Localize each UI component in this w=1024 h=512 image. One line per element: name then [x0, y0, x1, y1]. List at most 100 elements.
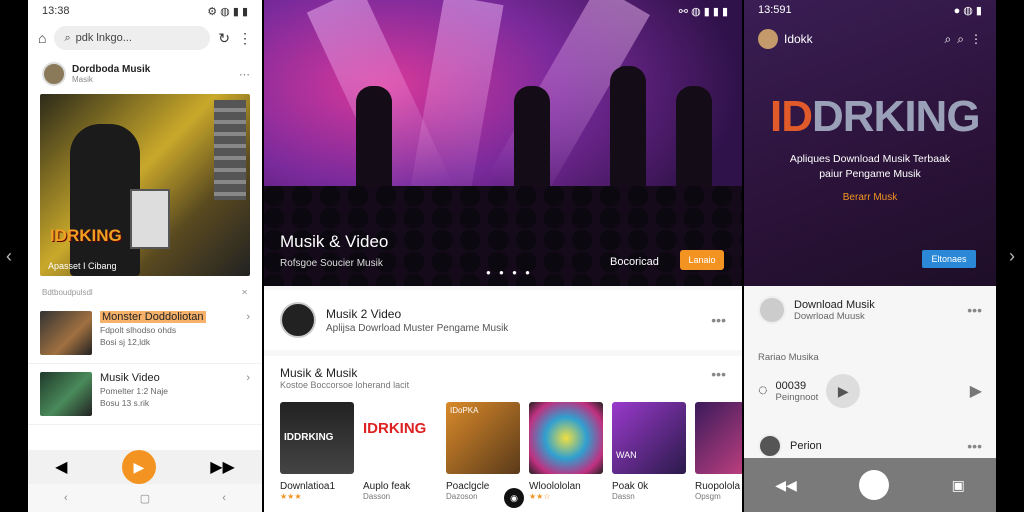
status-time: 13:591	[758, 4, 792, 16]
channel-menu-icon[interactable]: ⋯	[239, 68, 250, 81]
track-row[interactable]: ◌ 00039 Peingnoot ▶ ▶	[744, 374, 996, 408]
search-icon[interactable]: ⌕	[957, 32, 964, 47]
album-tile[interactable]: IDDRKING Downlatioa1 ★★★	[280, 402, 354, 501]
search-icon[interactable]: ⌕	[945, 32, 952, 47]
album-tile[interactable]: Wloolololan ★★☆	[529, 402, 603, 501]
band-member	[676, 86, 712, 196]
more-vert-icon[interactable]: ⋮	[970, 32, 982, 46]
status-icons: ⚯ ◍ ▮ ▮ ▮	[678, 6, 728, 18]
phone-screen-browser: 13:38 ⚙ ◍ ▮ ▮ ⌂ ⌕ pdk lnkgo... ↻ ⋮ Dordb…	[28, 0, 262, 512]
carousel-dots[interactable]: ● ● ● ●	[486, 268, 533, 277]
nav-back-icon[interactable]: ‹	[64, 492, 68, 504]
featured-video-thumbnail[interactable]: IDRKING Apasset I Cibang	[40, 94, 250, 276]
banner-action-button[interactable]: Lanaio	[680, 250, 724, 270]
mini-player: ◀◀ ▣	[744, 458, 996, 512]
app-header-area: 13:591 ● ◍ ▮ Idokk ⌕ ⌕ ⋮ IDDRKING Apliqu…	[744, 0, 996, 286]
system-nav-bar: ‹ ▢ ‹	[28, 484, 262, 512]
list-item[interactable]: Perion •••	[744, 434, 996, 458]
album-sub: Opsgm	[695, 492, 721, 501]
album-sub: Dassn	[612, 492, 635, 501]
status-bar: 13:591 ● ◍ ▮	[744, 0, 996, 21]
prev-icon[interactable]: ◀	[55, 457, 67, 477]
home-icon[interactable]: ⌂	[38, 30, 46, 46]
more-horiz-icon[interactable]: •••	[711, 312, 726, 328]
list-title: Musik Video	[100, 372, 160, 384]
concert-banner[interactable]: ⚯ ◍ ▮ ▮ ▮ Musik & Video Rofsgoe Soucier …	[264, 0, 742, 286]
hero-logo: IDRKING	[50, 226, 122, 245]
band-member	[610, 66, 646, 196]
status-icons: ⚙ ◍ ▮ ▮	[207, 5, 248, 18]
channel-subtitle: Masik	[72, 75, 93, 84]
channel-title: Dordboda Musik	[72, 64, 151, 75]
more-horiz-icon[interactable]: •••	[967, 302, 982, 318]
app-tagline: Berarr Musk	[842, 192, 898, 203]
app-subtitle: Apliques Download Musik Terbaak paiur Pe…	[789, 153, 951, 180]
album-art: IDDRKING	[280, 402, 354, 474]
list-item[interactable]: Monster Doddoliotan Fdpolt slhodso ohds …	[28, 303, 262, 364]
section-label: Bdtboudpulsdl	[42, 288, 93, 297]
refresh-icon[interactable]: ↻	[218, 30, 230, 47]
close-icon[interactable]: ✕	[241, 288, 248, 297]
album-tile[interactable]: IDoPKA Poaclgcle Dazoson	[446, 402, 520, 501]
section-label: Rariao Musika	[758, 352, 819, 363]
list-item[interactable]: Download Musik Dowrload Muusk •••	[744, 296, 996, 324]
item-subtitle: Dowrload Muusk	[794, 310, 865, 322]
status-bar: 13:38 ⚙ ◍ ▮ ▮	[28, 0, 262, 22]
album-label: Wloolololan	[529, 481, 581, 492]
hero-caption: Apasset I Cibang	[48, 261, 117, 271]
play-button[interactable]: ▶	[121, 450, 156, 484]
list-thumbnail	[40, 372, 92, 416]
item-avatar	[758, 296, 786, 324]
album-art	[695, 402, 742, 474]
more-horiz-icon[interactable]: •••	[967, 438, 982, 454]
url-field[interactable]: ⌕ pdk lnkgo...	[54, 26, 211, 50]
banner-title: Musik & Video	[280, 232, 389, 251]
mini-player: ◀ ▶ ▶▶	[28, 450, 262, 484]
more-horiz-icon[interactable]: •••	[711, 366, 726, 390]
nav-home-icon[interactable]: ▢	[140, 492, 150, 505]
rewind-icon[interactable]: ◀◀	[775, 477, 797, 494]
list-item[interactable]: Musik Video Pomelter 1:2 Naje Bosu 13 s.…	[28, 364, 262, 425]
profile-avatar[interactable]	[758, 29, 778, 49]
banner-subtitle: Rofsgoe Soucier Musik	[280, 258, 383, 269]
carousel-next-arrow-icon[interactable]: ›	[1009, 246, 1015, 267]
play-icon: ▶	[133, 458, 145, 475]
app-toolbar: Idokk ⌕ ⌕ ⋮	[744, 21, 996, 57]
album-tile[interactable]: IDRKING Auplo feak Dasson	[363, 402, 437, 501]
track-title: 00039	[775, 379, 807, 392]
app-title: Idokk	[784, 32, 813, 46]
status-time: 13:38	[42, 5, 70, 17]
more-vert-icon[interactable]: ⋮	[238, 30, 252, 47]
app-action-button[interactable]: Eltonaes	[922, 250, 976, 268]
album-tile[interactable]: WAN Poak 0k Dassn	[612, 402, 686, 501]
nav-recent-icon[interactable]: ‹	[222, 492, 226, 504]
play-button[interactable]: ▶	[826, 374, 861, 408]
phone-screen-app: 13:591 ● ◍ ▮ Idokk ⌕ ⌕ ⋮ IDDRKING Apliqu…	[744, 0, 996, 512]
url-text: pdk lnkgo...	[75, 32, 132, 44]
play-button[interactable]	[859, 470, 890, 500]
play-icon[interactable]: ▶	[970, 381, 982, 401]
tablet-screen-music: ⚯ ◍ ▮ ▮ ▮ Musik & Video Rofsgoe Soucier …	[264, 0, 742, 512]
section-header: Bdtboudpulsdl ✕	[28, 276, 262, 303]
album-art: IDRKING	[363, 402, 437, 474]
band-member	[514, 86, 550, 196]
carousel-prev-arrow-icon[interactable]: ‹	[6, 246, 12, 267]
album-art	[529, 402, 603, 474]
next-icon[interactable]: ▶▶	[210, 457, 235, 477]
status-icons: ● ◍ ▮	[953, 5, 982, 17]
album-tile[interactable]: Ruopolola Opsgm	[695, 402, 742, 501]
list-subtitle: Pomelter 1:2 Naje	[100, 386, 169, 396]
album-section: Musik & Musik Kostoe Boccorsoe loherand …	[264, 356, 742, 512]
accordion-image	[130, 189, 170, 249]
channel-header[interactable]: Dordboda Musik Masik ⋯	[28, 54, 262, 88]
list-title: Monster Doddoliotan	[100, 311, 206, 323]
card-title: Musik 2 Video	[326, 306, 402, 321]
album-label: Downlatioa1	[280, 481, 336, 492]
home-button-icon[interactable]: ◉	[504, 488, 524, 508]
cast-icon[interactable]: ▣	[952, 477, 965, 494]
chevron-right-icon: ›	[246, 311, 250, 323]
channel-card[interactable]: Musik 2 Video Aplijsa Dowrload Muster Pe…	[264, 290, 742, 350]
album-row: IDDRKING Downlatioa1 ★★★ IDRKING Auplo f…	[280, 402, 742, 501]
chevron-right-icon: ›	[246, 372, 250, 384]
album-label: Poak 0k	[612, 481, 649, 492]
